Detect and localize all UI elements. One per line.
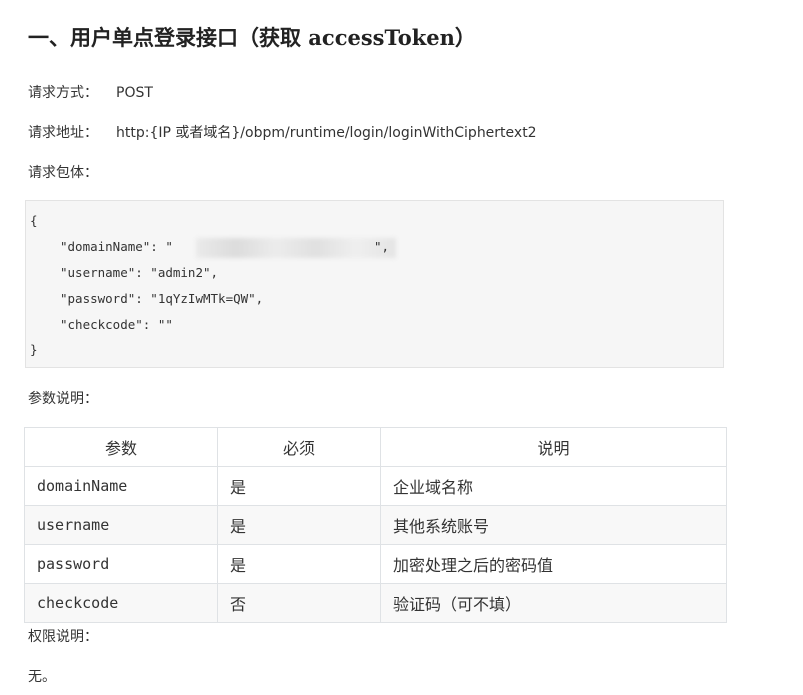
request-url-value: http:{IP 或者域名}/obpm/runtime/login/loginW…	[116, 125, 537, 141]
code-line-password: "password": "1qYzIwMTk=QW",	[60, 291, 264, 306]
request-url-label: 请求地址：	[28, 125, 98, 141]
request-method-value: POST	[116, 85, 153, 101]
param-required: 是	[217, 505, 381, 545]
params-label: 参数说明：	[28, 391, 98, 407]
permission-value: 无。	[28, 669, 56, 685]
table-header-row: 参数 必须 说明	[24, 427, 727, 467]
code-line-checkcode: "checkcode": ""	[60, 317, 173, 332]
request-url-line: 请求地址： http:{IP 或者域名}/obpm/runtime/login/l…	[28, 122, 537, 142]
code-domainname-tail: ",	[374, 239, 390, 254]
param-description: 验证码（可不填）	[380, 583, 727, 623]
table-row: checkcode 否 验证码（可不填）	[24, 583, 727, 623]
header-description: 说明	[380, 427, 727, 467]
request-method-line: 请求方式： POST	[28, 82, 153, 102]
table-row: username 是 其他系统账号	[24, 505, 727, 545]
param-name: username	[24, 505, 218, 545]
redacted-region	[196, 238, 396, 258]
param-name: password	[24, 544, 218, 584]
param-required: 是	[217, 466, 381, 506]
params-table: 参数 必须 说明 domainName 是 企业域名称 username 是 其…	[24, 427, 727, 623]
table-row: domainName 是 企业域名称	[24, 466, 727, 506]
page-title: 一、用户单点登录接口（获取 accessToken）	[28, 25, 476, 50]
header-param: 参数	[24, 427, 218, 467]
request-method-label: 请求方式：	[28, 85, 98, 101]
permission-label: 权限说明：	[28, 629, 98, 645]
param-name: domainName	[24, 466, 218, 506]
param-required: 是	[217, 544, 381, 584]
param-name: checkcode	[24, 583, 218, 623]
code-close-brace: }	[30, 342, 38, 357]
param-description: 加密处理之后的密码值	[380, 544, 727, 584]
param-description: 其他系统账号	[380, 505, 727, 545]
param-required: 否	[217, 583, 381, 623]
document-page: 一、用户单点登录接口（获取 accessToken） 请求方式： POST 请求地…	[0, 0, 803, 695]
code-line-domainname: "domainName": "	[60, 239, 173, 254]
request-body-label: 请求包体：	[28, 165, 98, 181]
code-line-username: "username": "admin2",	[60, 265, 219, 280]
code-open-brace: {	[30, 213, 38, 228]
table-row: password 是 加密处理之后的密码值	[24, 544, 727, 584]
header-required: 必须	[217, 427, 381, 467]
request-body-code-block: { "domainName": " ", "username": "admin2…	[25, 200, 724, 368]
param-description: 企业域名称	[380, 466, 727, 506]
